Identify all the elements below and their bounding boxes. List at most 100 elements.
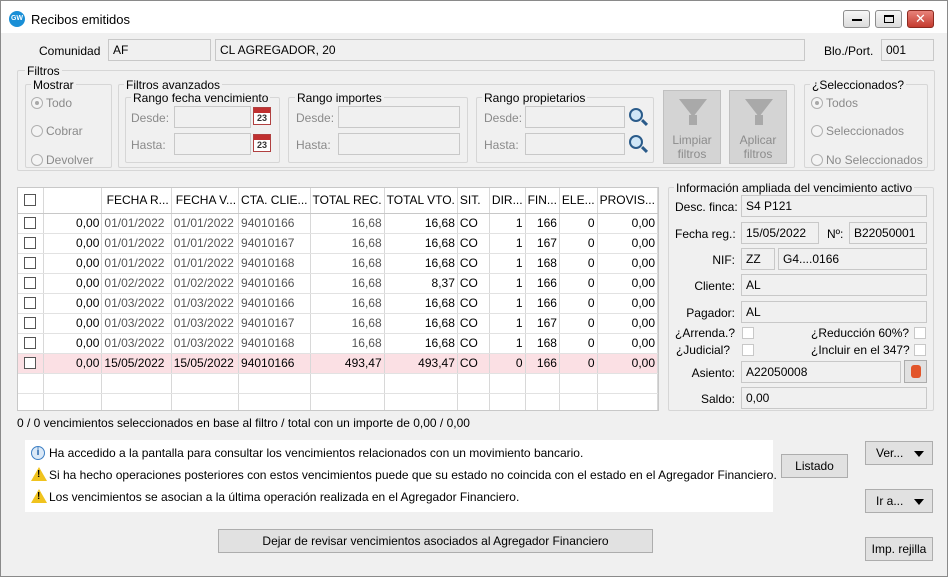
row-select-cell	[18, 213, 44, 234]
importes-hasta-field[interactable]	[338, 133, 460, 155]
propietarios-hasta-field[interactable]	[525, 133, 625, 155]
column-header[interactable]: CTA. CLIE...	[238, 188, 311, 214]
row-checkbox[interactable]	[24, 217, 37, 229]
nif-prefix-field[interactable]: ZZ	[741, 248, 775, 270]
imp-rejilla-button[interactable]: Imp. rejilla	[865, 537, 933, 561]
incluir-347-label: ¿Incluir en el 347?	[811, 343, 910, 357]
importes-desde-field[interactable]	[338, 106, 460, 128]
cell-dir: 1	[489, 313, 526, 334]
table-row[interactable]: 0,00 01/03/2022 01/03/2022 94010167 16,68 16,…	[18, 313, 658, 334]
search-icon[interactable]	[629, 108, 643, 122]
fecha-reg-field[interactable]: 15/05/2022	[741, 222, 819, 244]
row-checkbox[interactable]	[24, 337, 37, 349]
row-checkbox[interactable]	[24, 297, 37, 309]
vencimientos-grid[interactable]: FECHA R... FECHA V... CTA. CLIE... TOTAL RE…	[17, 187, 659, 411]
cell-cta: 94010166	[238, 293, 311, 314]
nif-field[interactable]: G4....0166	[778, 248, 927, 270]
cell-ele: 0	[559, 353, 598, 374]
cliente-field[interactable]: AL	[741, 274, 927, 296]
row-checkbox[interactable]	[24, 317, 37, 329]
limpiar-filtros-button[interactable]: Limpiar filtros	[663, 90, 721, 164]
asiento-field[interactable]: A22050008	[741, 361, 901, 383]
empty-cell	[525, 373, 560, 394]
table-row[interactable]: 0,00 01/01/2022 01/01/2022 94010166 16,68 16,…	[18, 213, 658, 234]
cell-total-rec: 16,68	[310, 313, 385, 334]
cell-fin: 167	[525, 313, 560, 334]
comunidad-code-field[interactable]: AF	[108, 39, 211, 61]
desc-finca-field[interactable]: S4 P121	[741, 195, 927, 217]
column-header[interactable]: FECHA V...	[171, 188, 240, 214]
radio-seleccionados[interactable]	[811, 125, 823, 137]
arrenda-checkbox[interactable]	[742, 327, 754, 339]
cell-cta: 94010167	[238, 313, 311, 334]
message-3: Los vencimientos se asocian a la última …	[49, 490, 520, 504]
column-header[interactable]: FIN...	[525, 188, 560, 214]
calendar-icon[interactable]: 23	[253, 107, 271, 125]
cell-total-rec: 16,68	[310, 273, 385, 294]
cell-cta: 94010166	[238, 213, 311, 234]
cell-sit: CO	[457, 313, 490, 334]
column-header[interactable]: TOTAL REC.	[310, 188, 385, 214]
column-header[interactable]: DIR...	[489, 188, 526, 214]
column-header[interactable]: FECHA R...	[101, 188, 172, 214]
radio-devolver[interactable]	[31, 154, 43, 166]
cell-total-vto: 16,68	[384, 293, 458, 314]
radio-no-seleccionados[interactable]	[811, 154, 823, 166]
info-icon: i	[31, 446, 45, 460]
num-field[interactable]: B22050001	[849, 222, 927, 244]
ver-button[interactable]: Ver...	[865, 441, 933, 465]
calendar-icon[interactable]: 23	[253, 134, 271, 152]
incluir-347-checkbox[interactable]	[914, 344, 926, 356]
search-icon[interactable]	[629, 135, 643, 149]
radio-todos-label: Todos	[826, 96, 859, 110]
select-all-checkbox[interactable]	[24, 194, 37, 207]
reduccion-checkbox[interactable]	[914, 327, 926, 339]
cell-importe: 0,00	[43, 333, 103, 354]
minimize-button[interactable]	[843, 10, 870, 28]
column-header[interactable]: SIT.	[457, 188, 490, 214]
cell-dir: 1	[489, 293, 526, 314]
column-header[interactable]: ELE...	[559, 188, 598, 214]
close-button[interactable]: ✕	[907, 10, 934, 28]
table-row[interactable]: 0,00 01/03/2022 01/03/2022 94010168 16,68 16,…	[18, 333, 658, 354]
radio-todos[interactable]	[811, 97, 823, 109]
empty-cell	[559, 393, 598, 410]
cell-cta: 94010168	[238, 253, 311, 274]
table-row[interactable]: 0,00 15/05/2022 15/05/2022 94010166 493,47 49…	[18, 353, 658, 374]
column-header[interactable]: PROVIS...	[597, 188, 658, 214]
column-header[interactable]: TOTAL VTO.	[384, 188, 458, 214]
propietarios-desde-field[interactable]	[525, 106, 625, 128]
bloport-field[interactable]: 001	[881, 39, 934, 61]
table-row[interactable]: 0,00 01/01/2022 01/01/2022 94010168 16,68 16,…	[18, 253, 658, 274]
empty-cell	[101, 373, 172, 394]
maximize-button[interactable]	[875, 10, 902, 28]
pagador-field[interactable]: AL	[741, 301, 927, 323]
row-checkbox[interactable]	[24, 257, 37, 269]
column-header[interactable]	[43, 188, 103, 214]
asiento-open-button[interactable]	[904, 360, 927, 383]
aplicar-filtros-button[interactable]: Aplicar filtros	[729, 90, 787, 164]
row-checkbox[interactable]	[24, 237, 37, 249]
cell-sit: CO	[457, 273, 490, 294]
table-row[interactable]: 0,00 01/01/2022 01/01/2022 94010167 16,68 16,…	[18, 233, 658, 254]
listado-button[interactable]: Listado	[781, 454, 848, 478]
row-checkbox[interactable]	[24, 277, 37, 289]
row-checkbox[interactable]	[24, 357, 37, 369]
ir-a-button[interactable]: Ir a...	[865, 489, 933, 513]
fecha-desde-field[interactable]	[174, 106, 251, 128]
radio-todo[interactable]	[31, 97, 43, 109]
fecha-hasta-field[interactable]	[174, 133, 251, 155]
empty-cell	[238, 393, 311, 410]
table-row[interactable]: 0,00 01/02/2022 01/02/2022 94010166 16,68 8,3…	[18, 273, 658, 294]
cell-importe: 0,00	[43, 213, 103, 234]
cell-fin: 166	[525, 273, 560, 294]
dejar-revisar-button[interactable]: Dejar de revisar vencimientos asociados …	[218, 529, 653, 553]
table-row[interactable]: 0,00 01/03/2022 01/03/2022 94010166 16,68 16,…	[18, 293, 658, 314]
judicial-checkbox[interactable]	[742, 344, 754, 356]
comunidad-name-field[interactable]: CL AGREGADOR, 20	[215, 39, 805, 61]
row-select-cell	[18, 253, 44, 274]
select-all-header[interactable]	[18, 188, 44, 214]
radio-cobrar[interactable]	[31, 125, 43, 137]
cell-fecha-v: 01/03/2022	[171, 313, 240, 334]
saldo-field[interactable]: 0,00	[741, 387, 927, 409]
